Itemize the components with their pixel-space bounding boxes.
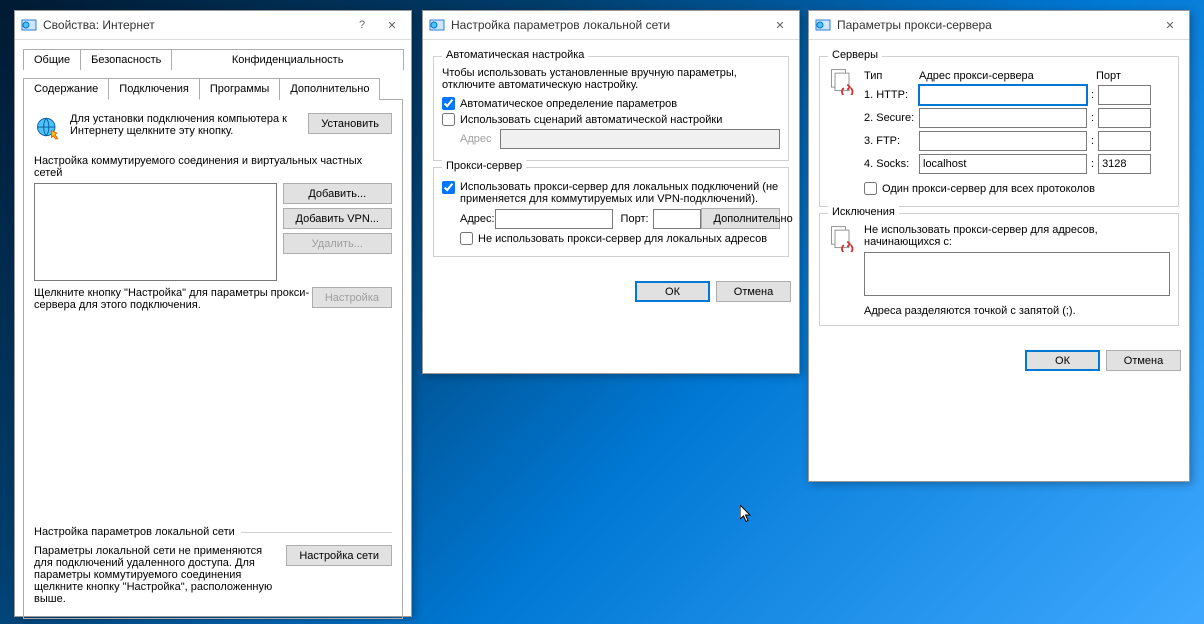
add-vpn-button[interactable]: Добавить VPN...: [283, 208, 392, 229]
header-port: Порт: [1096, 70, 1121, 82]
row-http-label: 1. HTTP:: [864, 89, 919, 101]
exceptions-group-title: Исключения: [828, 206, 899, 218]
secure-addr-input[interactable]: [919, 108, 1087, 128]
secure-port-input[interactable]: [1098, 108, 1151, 128]
use-script-label: Использовать сценарий автоматической нас…: [460, 114, 722, 126]
tab-row-1: Общие Безопасность Конфиденциальность: [23, 48, 403, 69]
same-proxy-label: Один прокси-сервер для всех протоколов: [882, 183, 1095, 195]
tab-security[interactable]: Безопасность: [80, 49, 172, 70]
settings-button: Настройка: [312, 287, 392, 308]
internet-options-icon: [21, 17, 37, 33]
row-socks-label: 4. Socks:: [864, 158, 919, 170]
header-type: Тип: [864, 70, 919, 82]
advanced-button[interactable]: Дополнительно: [701, 208, 780, 229]
socks-port-input[interactable]: [1098, 154, 1151, 174]
connections-list[interactable]: [34, 183, 277, 281]
dialog-buttons: ОК Отмена: [423, 273, 799, 310]
dial-section-title: Настройка коммутируемого соединения и ви…: [34, 155, 386, 179]
exceptions-label: Не использовать прокси-сервер для адресо…: [864, 224, 1170, 248]
proxy-settings-window: Параметры прокси-сервера ✕ Серверы Тип А…: [808, 10, 1190, 482]
auto-config-group: Автоматическая настройка Чтобы использов…: [433, 56, 789, 161]
http-port-input[interactable]: [1098, 85, 1151, 105]
remove-button: Удалить...: [283, 233, 392, 254]
proxy-group-title: Прокси-сервер: [442, 160, 526, 172]
tab-connections[interactable]: Подключения: [108, 78, 200, 100]
cancel-button[interactable]: Отмена: [1106, 350, 1181, 371]
internet-options-icon: [429, 17, 445, 33]
auto-detect-label: Автоматическое определение параметров: [460, 98, 677, 110]
proxy-group: Прокси-сервер Использовать прокси-сервер…: [433, 167, 789, 257]
tab-general[interactable]: Общие: [23, 49, 81, 70]
internet-properties-window: Свойства: Интернет ? ✕ Общие Безопасност…: [14, 10, 412, 617]
exceptions-input[interactable]: [864, 252, 1170, 296]
ok-button[interactable]: ОК: [1025, 350, 1100, 371]
install-button[interactable]: Установить: [308, 113, 392, 134]
exceptions-group: Исключения Не использовать прокси-сервер…: [819, 213, 1179, 326]
header-addr: Адрес прокси-сервера: [919, 70, 1084, 82]
tab-programs[interactable]: Программы: [199, 78, 280, 100]
script-addr-label: Адрес: [460, 133, 500, 145]
lan-note: Параметры локальной сети не применяются …: [34, 545, 278, 605]
use-proxy-checkbox[interactable]: [442, 181, 455, 194]
use-script-checkbox[interactable]: [442, 113, 455, 126]
bypass-local-checkbox[interactable]: [460, 232, 473, 245]
install-text: Для установки подключения компьютера к И…: [70, 113, 300, 137]
tab-body: Для установки подключения компьютера к И…: [23, 100, 403, 619]
titlebar[interactable]: Параметры прокси-сервера ✕: [809, 11, 1189, 40]
tab-content[interactable]: Содержание: [23, 78, 109, 100]
exceptions-icon: [828, 224, 856, 317]
auto-detect-checkbox[interactable]: [442, 97, 455, 110]
mouse-cursor: [740, 505, 756, 525]
socks-addr-input[interactable]: [919, 154, 1087, 174]
proxy-addr-input[interactable]: [495, 209, 613, 229]
close-button[interactable]: ✕: [765, 15, 795, 35]
servers-group: Серверы Тип Адрес прокси-сервера Порт 1.…: [819, 56, 1179, 207]
window-title: Настройка параметров локальной сети: [451, 18, 765, 32]
close-button[interactable]: ✕: [1155, 15, 1185, 35]
ok-button[interactable]: ОК: [635, 281, 710, 302]
dialog-buttons: ОК Отмена: [809, 342, 1189, 379]
help-button[interactable]: ?: [347, 15, 377, 35]
row-secure-label: 2. Secure:: [864, 112, 919, 124]
close-button[interactable]: ✕: [377, 15, 407, 35]
script-addr-input: [500, 129, 780, 149]
lan-settings-button[interactable]: Настройка сети: [286, 545, 392, 566]
titlebar[interactable]: Настройка параметров локальной сети ✕: [423, 11, 799, 40]
window-title: Свойства: Интернет: [43, 18, 347, 32]
same-proxy-checkbox[interactable]: [864, 182, 877, 195]
proxy-addr-label: Адрес:: [460, 213, 495, 225]
add-button[interactable]: Добавить...: [283, 183, 392, 204]
lan-section-title: Настройка параметров локальной сети: [34, 526, 235, 538]
globe-icon: [34, 113, 62, 144]
dial-note: Щелкните кнопку "Настройка" для параметр…: [34, 287, 312, 311]
servers-icon: [828, 67, 856, 198]
lan-settings-window: Настройка параметров локальной сети ✕ Ав…: [422, 10, 800, 374]
exceptions-note: Адреса разделяются точкой с запятой (;).: [864, 305, 1170, 317]
cancel-button[interactable]: Отмена: [716, 281, 791, 302]
http-addr-input[interactable]: [919, 85, 1087, 105]
window-title: Параметры прокси-сервера: [837, 18, 1155, 32]
auto-group-title: Автоматическая настройка: [442, 49, 588, 61]
tab-privacy[interactable]: Конфиденциальность: [171, 49, 404, 70]
ftp-addr-input[interactable]: [919, 131, 1087, 151]
bypass-local-label: Не использовать прокси-сервер для локаль…: [478, 233, 767, 245]
internet-options-icon: [815, 17, 831, 33]
titlebar[interactable]: Свойства: Интернет ? ✕: [15, 11, 411, 40]
use-proxy-label: Использовать прокси-сервер для локальных…: [460, 181, 780, 205]
tab-advanced[interactable]: Дополнительно: [279, 78, 380, 100]
servers-group-title: Серверы: [828, 49, 882, 61]
auto-note: Чтобы использовать установленные вручную…: [442, 67, 780, 91]
tab-row-2: Содержание Подключения Программы Дополни…: [23, 77, 403, 100]
proxy-port-input[interactable]: [653, 209, 701, 229]
ftp-port-input[interactable]: [1098, 131, 1151, 151]
row-ftp-label: 3. FTP:: [864, 135, 919, 147]
proxy-port-label: Порт:: [621, 213, 649, 225]
